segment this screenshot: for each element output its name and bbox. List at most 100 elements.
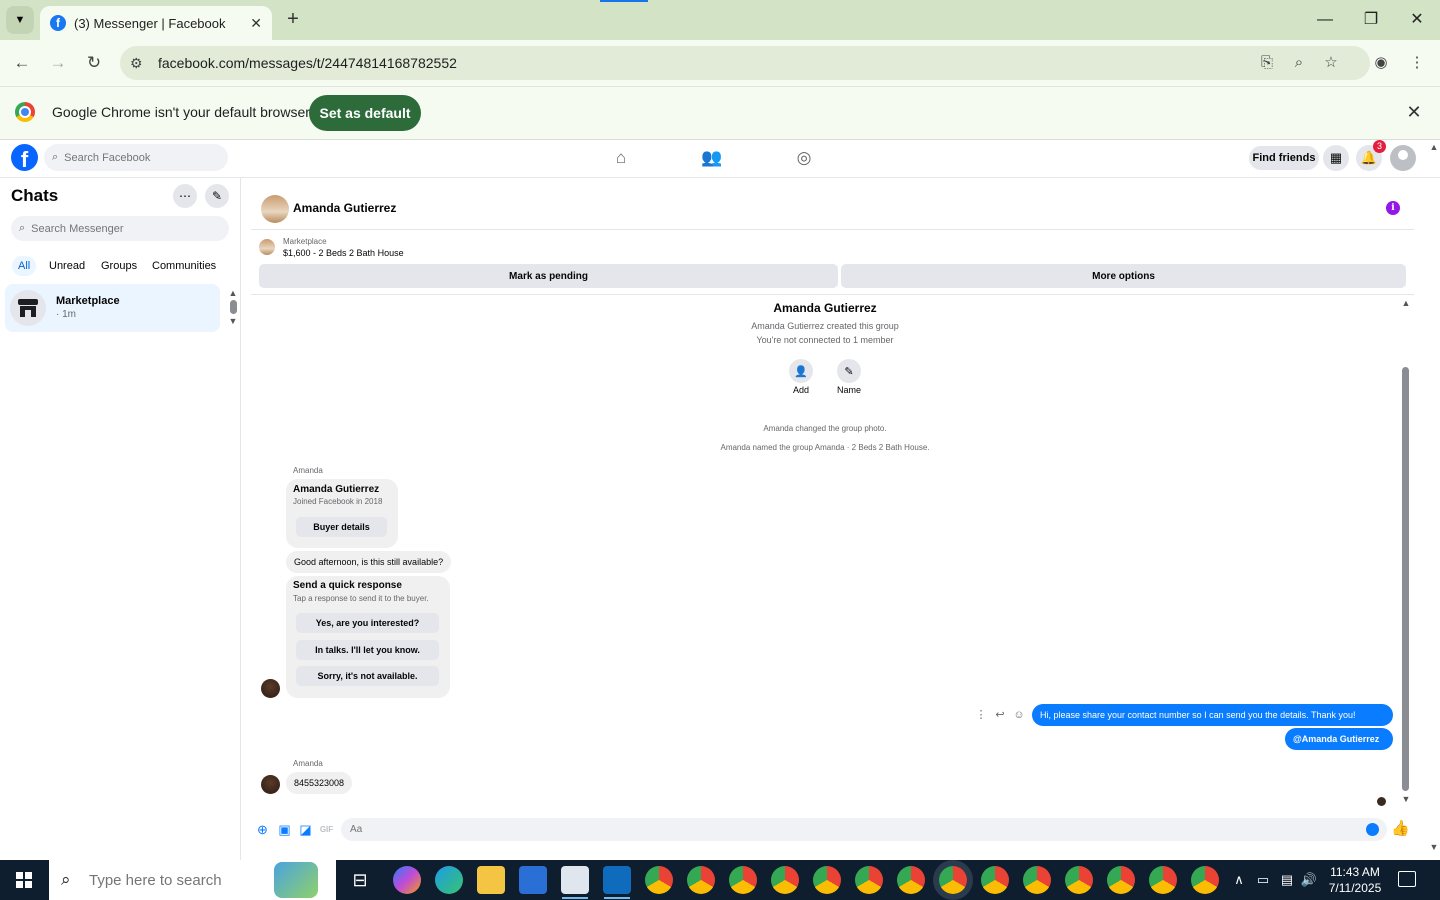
buyer-details-button[interactable]: Buyer details [296,517,387,537]
quick-response-option[interactable]: Sorry, it's not available. [296,666,439,686]
scroll-up-icon[interactable]: ▲ [1400,298,1412,308]
minimize-window-button[interactable]: — [1310,8,1340,32]
scroll-down-icon[interactable]: ▼ [1428,842,1440,852]
zoom-icon[interactable]: ⌕ [1288,52,1310,74]
chrome-menu-icon[interactable]: ⋮ [1406,52,1428,74]
install-app-icon[interactable]: ⎘ [1256,52,1278,74]
conversation-info-icon[interactable]: i [1386,201,1400,215]
restore-window-button[interactable]: ❐ [1356,8,1386,32]
more-options-button[interactable]: More options [841,264,1406,288]
chrome-icon[interactable] [1149,866,1177,894]
site-settings-icon[interactable]: ⚙ [130,55,152,72]
edit-name-icon[interactable]: ✎ [837,359,861,383]
conversation-scroll-thumb[interactable] [1402,367,1409,791]
sticker-icon[interactable]: ◪ [298,822,313,837]
outlook-icon[interactable] [603,866,631,894]
start-button[interactable] [0,860,48,900]
tab-search-button[interactable]: ▼ [6,6,34,34]
quick-response-option[interactable]: Yes, are you interested? [296,613,439,633]
chrome-icon[interactable] [855,866,883,894]
task-view-icon[interactable]: ⊟ [346,866,374,894]
account-avatar[interactable] [1390,145,1416,171]
chrome-icon[interactable] [1065,866,1093,894]
notification-center-icon[interactable] [1398,871,1416,887]
app-icon[interactable] [561,866,589,894]
chrome-icon[interactable] [897,866,925,894]
message-composer[interactable] [341,818,1387,841]
scroll-up-icon[interactable]: ▲ [228,288,238,298]
taskbar-clock[interactable]: 11:43 AM 7/11/2025 [1324,864,1386,896]
facebook-logo-icon[interactable]: f [11,144,38,171]
new-tab-button[interactable]: + [282,8,304,30]
chrome-icon[interactable] [729,866,757,894]
chrome-icon[interactable] [813,866,841,894]
show-hidden-icons-icon[interactable]: ∧ [1230,872,1248,888]
edge-icon[interactable] [435,866,463,894]
friends-icon[interactable]: 👥 [701,147,723,169]
new-message-icon[interactable]: ✎ [205,184,229,208]
sidebar-scroll-thumb[interactable] [229,300,237,314]
chrome-icon[interactable] [687,866,715,894]
filter-communities[interactable]: Communities [146,256,222,276]
chrome-icon[interactable] [1191,866,1219,894]
quick-response-option[interactable]: In talks. I'll let you know. [296,640,439,660]
meet-now-icon[interactable]: ▭ [1254,872,1272,888]
listing-thumbnail[interactable] [259,239,275,255]
close-tab-icon[interactable]: ✕ [250,15,262,32]
microsoft-store-icon[interactable] [519,866,547,894]
chrome-icon[interactable] [771,866,799,894]
menu-grid-icon[interactable]: ▦ [1323,145,1349,171]
groups-icon[interactable]: ◎ [793,147,815,169]
more-actions-plus-icon[interactable]: ⊕ [255,822,270,837]
copilot-icon[interactable] [393,866,421,894]
chrome-icon-active[interactable] [939,866,967,894]
chrome-icon[interactable] [645,866,673,894]
scroll-down-icon[interactable]: ▼ [228,316,238,326]
reload-icon[interactable]: ↻ [81,50,107,76]
mark-as-pending-button[interactable]: Mark as pending [259,264,838,288]
close-window-button[interactable]: ✕ [1402,8,1432,32]
add-member-icon[interactable]: 👤 [789,359,813,383]
file-explorer-icon[interactable] [477,866,505,894]
messenger-search-input[interactable] [31,222,212,235]
network-icon[interactable]: ▤ [1278,872,1296,888]
reply-icon[interactable]: ↩ [993,708,1007,722]
filter-unread[interactable]: Unread [43,256,91,276]
bookmark-star-icon[interactable]: ☆ [1320,52,1342,74]
taskbar-search-box[interactable]: ⌕ [49,860,336,900]
close-infobar-icon[interactable]: ✕ [1403,102,1425,123]
scroll-down-icon[interactable]: ▼ [1400,794,1412,804]
forward-arrow-icon[interactable]: → [45,50,71,76]
page-scrollbar[interactable]: ▲ ▼ [1428,140,1440,860]
emoji-picker-icon[interactable] [1366,823,1379,836]
volume-icon[interactable]: 🔊 [1300,872,1318,888]
message-more-icon[interactable]: ⋮ [974,708,988,722]
thumbs-up-icon[interactable]: 👍 [1391,820,1410,838]
conversation-title[interactable]: Amanda Gutierrez [293,201,396,215]
sender-avatar[interactable] [261,679,280,698]
find-friends-button[interactable]: Find friends [1249,146,1319,170]
messenger-search-box[interactable]: ⌕ [11,216,229,241]
react-emoji-icon[interactable]: ☺ [1012,708,1026,722]
more-options-icon[interactable]: ⋯ [173,184,197,208]
home-icon[interactable]: ⌂ [610,147,632,169]
address-bar[interactable]: ⚙ facebook.com/messages/t/24474814168782… [120,46,1370,80]
facebook-search-box[interactable]: ⌕ [44,144,228,171]
sender-avatar[interactable] [261,775,280,794]
facebook-search-input[interactable] [64,151,215,164]
chrome-icon[interactable] [1023,866,1051,894]
taskbar-search-input[interactable] [89,871,269,889]
chrome-icon[interactable] [1107,866,1135,894]
message-input[interactable] [350,824,1330,835]
browser-tab-messenger[interactable]: f (3) Messenger | Facebook ✕ [40,6,272,40]
chrome-icon[interactable] [981,866,1009,894]
gif-icon[interactable]: GIF [319,822,334,837]
back-arrow-icon[interactable]: ← [9,50,35,76]
filter-all[interactable]: All [12,256,37,276]
listing-title[interactable]: $1,600 - 2 Beds 2 Bath House [283,248,404,258]
sidebar-scrollbar[interactable]: ▲ ▼ [228,288,238,326]
set-as-default-button[interactable]: Set as default [309,95,421,131]
scroll-up-icon[interactable]: ▲ [1428,142,1440,152]
filter-groups[interactable]: Groups [95,256,143,276]
attach-photo-icon[interactable]: ▣ [277,822,292,837]
